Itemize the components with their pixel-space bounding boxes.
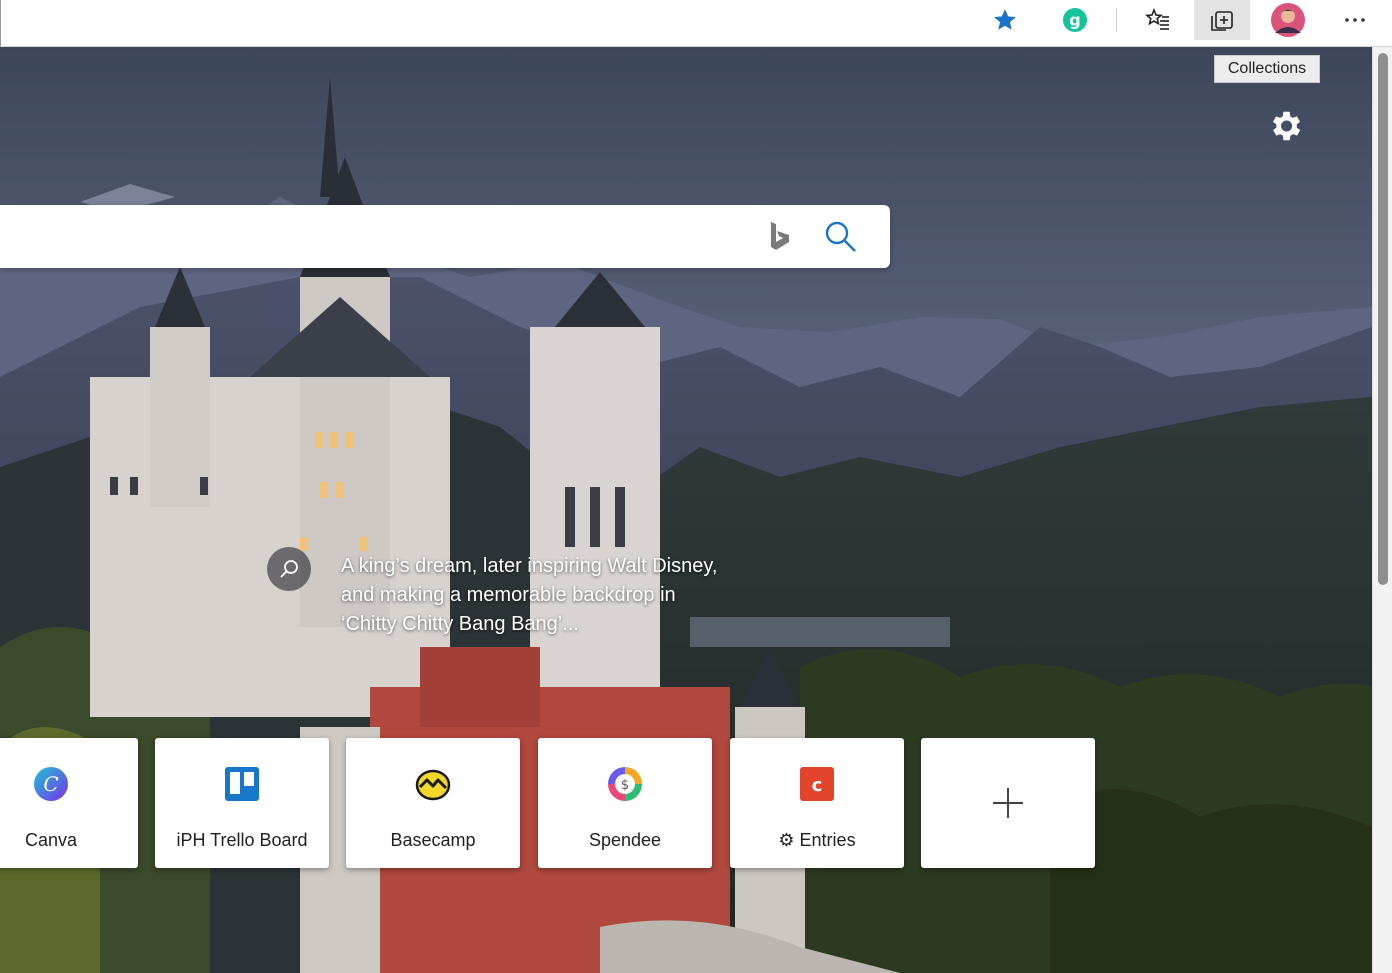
add-quick-link-button[interactable] bbox=[921, 738, 1095, 868]
browser-toolbar: g bbox=[0, 0, 1392, 47]
image-info-search-icon[interactable] bbox=[267, 547, 311, 591]
collections-icon[interactable] bbox=[1194, 0, 1250, 40]
trello-icon bbox=[224, 766, 260, 802]
search-input[interactable] bbox=[10, 217, 750, 257]
web-search-box bbox=[0, 205, 890, 268]
quick-link-label: Spendee bbox=[588, 830, 662, 850]
favorite-star-icon[interactable] bbox=[977, 0, 1033, 40]
quick-link-canva[interactable]: C Canva bbox=[0, 738, 138, 868]
vertical-scrollbar[interactable] bbox=[1372, 47, 1392, 973]
svg-text:g: g bbox=[1069, 11, 1080, 30]
spendee-icon: $ bbox=[607, 766, 643, 802]
quick-link-label: iPH Trello Board bbox=[176, 830, 308, 850]
gear-icon[interactable] bbox=[1266, 107, 1304, 145]
search-icon[interactable] bbox=[824, 220, 858, 254]
quick-link-entries[interactable]: c ⚙ Entries bbox=[730, 738, 904, 868]
toolbar-separator bbox=[1116, 8, 1117, 32]
grammarly-icon[interactable]: g bbox=[1047, 0, 1103, 40]
quick-link-spendee[interactable]: $ Spendee bbox=[538, 738, 712, 868]
quick-link-label: ⚙ Entries bbox=[778, 830, 856, 850]
svg-text:$: $ bbox=[621, 778, 629, 793]
basecamp-icon bbox=[415, 766, 451, 802]
favorites-list-icon[interactable] bbox=[1130, 0, 1186, 40]
more-options-icon[interactable] bbox=[1327, 0, 1383, 40]
collections-tooltip: Collections bbox=[1214, 55, 1320, 83]
quick-link-label: Canva bbox=[24, 830, 78, 850]
profile-avatar[interactable] bbox=[1260, 0, 1316, 40]
plus-icon bbox=[990, 785, 1026, 821]
bing-logo-icon bbox=[766, 220, 794, 254]
image-caption[interactable]: A king’s dream, later inspiring Walt Dis… bbox=[341, 552, 721, 639]
canva-icon: C bbox=[33, 766, 69, 802]
svg-text:c: c bbox=[812, 775, 823, 796]
svg-text:C: C bbox=[43, 772, 58, 796]
scrollbar-thumb[interactable] bbox=[1378, 53, 1388, 585]
quick-link-label: Basecamp bbox=[390, 830, 476, 850]
entries-app-icon: c bbox=[799, 766, 835, 802]
quick-link-basecamp[interactable]: Basecamp bbox=[346, 738, 520, 868]
quick-link-iph-trello-board[interactable]: iPH Trello Board bbox=[155, 738, 329, 868]
